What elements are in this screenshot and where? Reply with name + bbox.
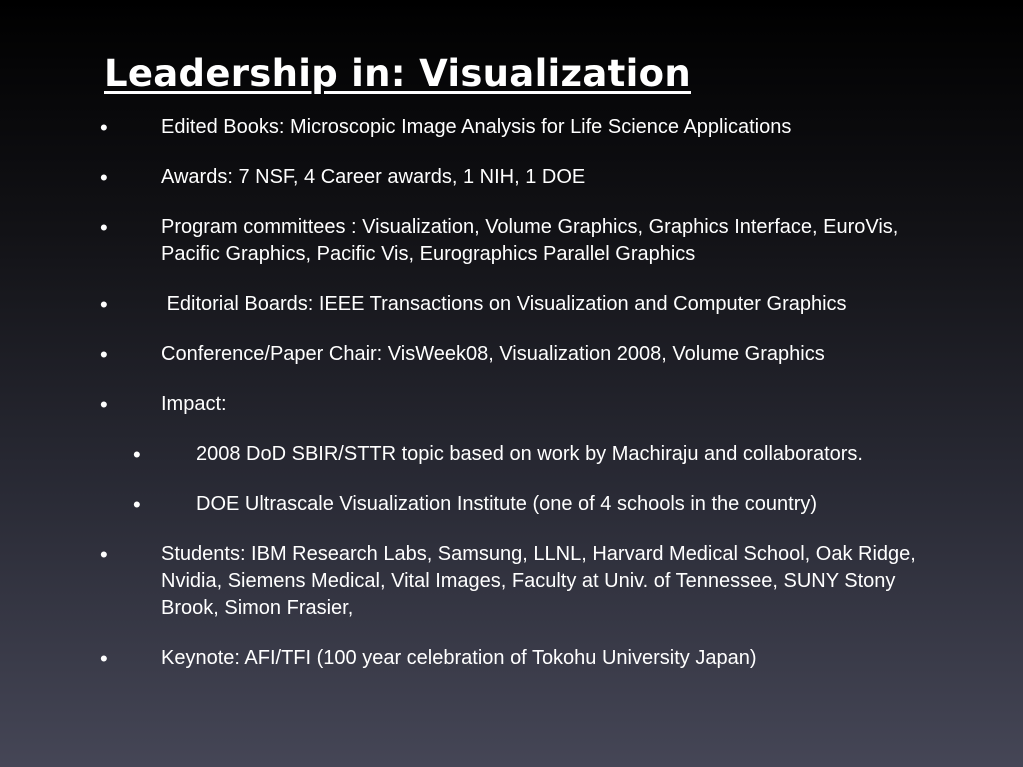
- bullet-dot-icon: •: [100, 292, 108, 317]
- bullet-text: Awards: 7 NSF, 4 Career awards, 1 NIH, 1…: [161, 166, 586, 188]
- bullet-item: • Awards: 7 NSF, 4 Career awards, 1 NIH,…: [0, 164, 1023, 191]
- bullet-text: Editorial Boards: IEEE Transactions on V…: [161, 293, 847, 315]
- bullet-item: • Impact:: [0, 391, 1023, 418]
- bullet-list: • Edited Books: Microscopic Image Analys…: [0, 114, 1023, 695]
- bullet-dot-icon: •: [100, 215, 108, 240]
- sub-bullet-item: • DOE Ultrascale Visualization Institute…: [0, 491, 1023, 518]
- bullet-dot-icon: •: [133, 442, 141, 467]
- sub-bullet-item: • 2008 DoD SBIR/STTR topic based on work…: [0, 441, 1023, 468]
- bullet-dot-icon: •: [100, 342, 108, 367]
- bullet-item: • Students: IBM Research Labs, Samsung, …: [0, 541, 1023, 622]
- bullet-item: • Program committees : Visualization, Vo…: [0, 214, 1023, 268]
- bullet-dot-icon: •: [100, 542, 108, 567]
- bullet-dot-icon: •: [133, 492, 141, 517]
- bullet-text: Students: IBM Research Labs, Samsung, LL…: [161, 543, 916, 619]
- sub-bullet-text: 2008 DoD SBIR/STTR topic based on work b…: [196, 443, 863, 465]
- bullet-item: • Conference/Paper Chair: VisWeek08, Vis…: [0, 341, 1023, 368]
- slide-title: Leadership in: Visualization: [104, 52, 691, 95]
- bullet-text: Conference/Paper Chair: VisWeek08, Visua…: [161, 343, 825, 365]
- bullet-dot-icon: •: [100, 646, 108, 671]
- bullet-dot-icon: •: [100, 165, 108, 190]
- slide: Leadership in: Visualization • Edited Bo…: [0, 0, 1023, 767]
- bullet-text: Impact:: [161, 393, 227, 415]
- sub-bullet-text: DOE Ultrascale Visualization Institute (…: [196, 493, 818, 515]
- bullet-dot-icon: •: [100, 392, 108, 417]
- bullet-dot-icon: •: [100, 115, 108, 140]
- bullet-item: • Edited Books: Microscopic Image Analys…: [0, 114, 1023, 141]
- bullet-text: Program committees : Visualization, Volu…: [161, 216, 899, 265]
- bullet-text: Keynote: AFI/TFI (100 year celebration o…: [161, 647, 757, 669]
- bullet-item: • Editorial Boards: IEEE Transactions on…: [0, 291, 1023, 318]
- bullet-item: • Keynote: AFI/TFI (100 year celebration…: [0, 645, 1023, 672]
- bullet-text: Edited Books: Microscopic Image Analysis…: [161, 116, 792, 138]
